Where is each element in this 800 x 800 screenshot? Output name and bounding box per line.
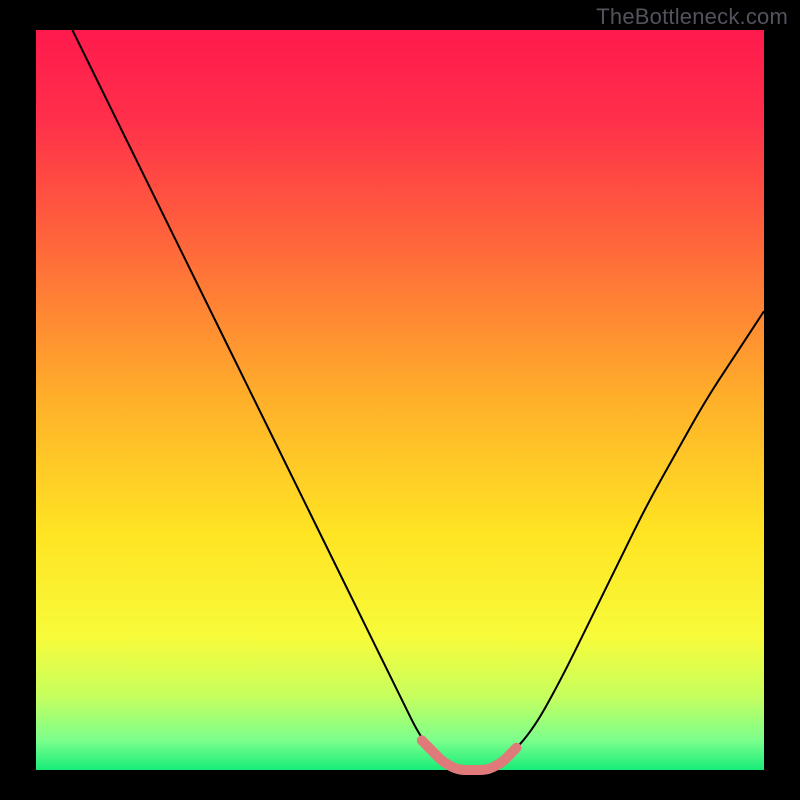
plot-background: [36, 30, 764, 770]
chart-frame: TheBottleneck.com: [0, 0, 800, 800]
watermark-label: TheBottleneck.com: [596, 4, 788, 30]
bottleneck-chart: [0, 0, 800, 800]
